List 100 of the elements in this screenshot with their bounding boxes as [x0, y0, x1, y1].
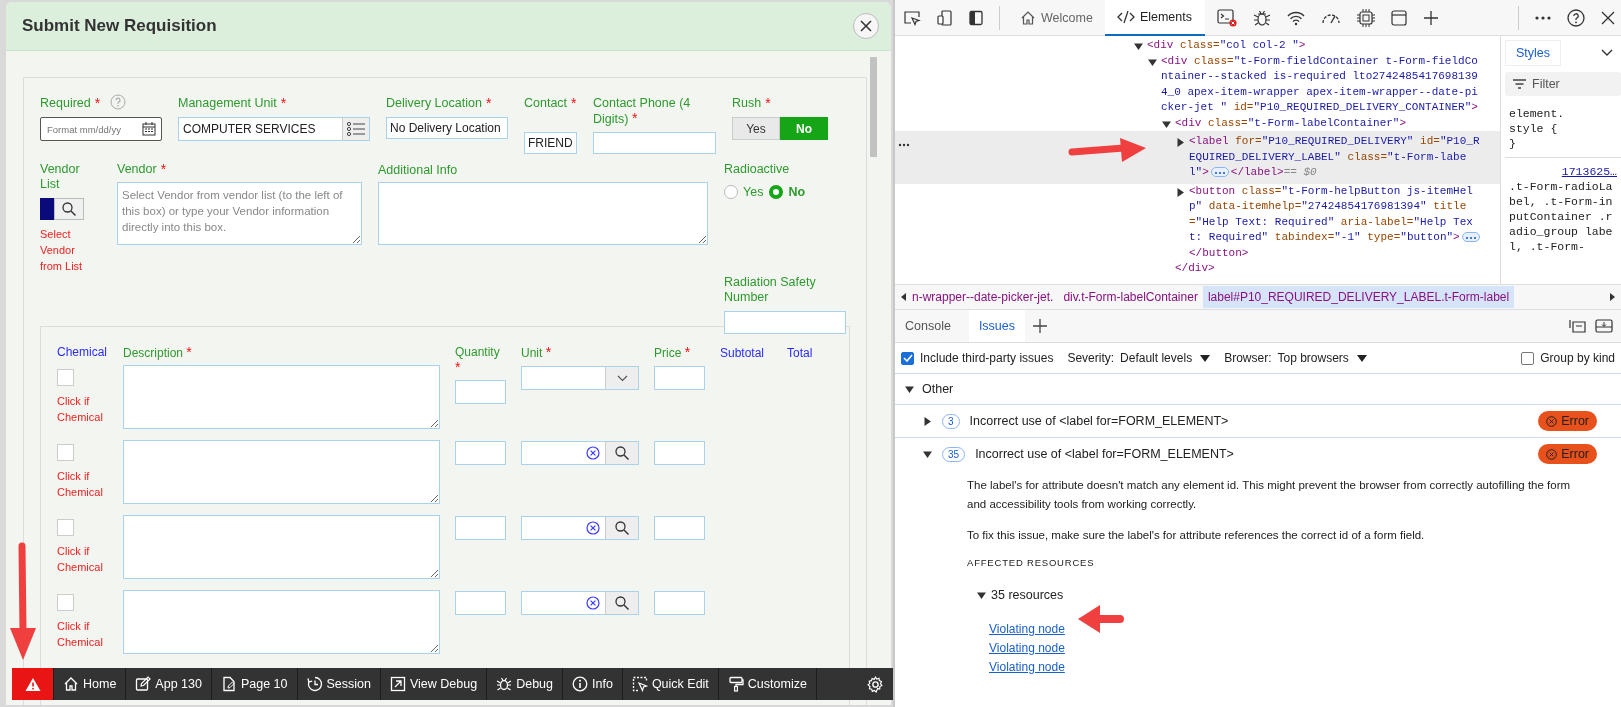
disclosure-triangle-icon[interactable]: [977, 590, 986, 600]
code-line[interactable]: <button class="t-Form-helpButton js-itemHelp" data-itemhelp="27424854176981394" title="Help Text: Required" aria-label="Help Text: Required" tabindex="-1" type="button"> </button>: [1189, 183, 1484, 261]
warning-button[interactable]: [12, 668, 54, 700]
device-icon[interactable]: [937, 9, 953, 26]
browser-dropdown[interactable]: Top browsers: [1277, 351, 1367, 365]
help-icon[interactable]: [1567, 8, 1585, 27]
inspect-icon[interactable]: [903, 9, 921, 26]
close-button[interactable]: [853, 13, 879, 39]
sidebar-icon[interactable]: [969, 9, 983, 26]
resources-label[interactable]: 35 resources: [991, 588, 1064, 602]
panel-icon[interactable]: [1595, 319, 1613, 333]
date-field[interactable]: Format mm/dd/yy: [40, 117, 162, 141]
price-field[interactable]: [654, 366, 705, 390]
home-icon[interactable]: [1020, 9, 1036, 26]
scrollbar[interactable]: [870, 57, 877, 157]
description-field[interactable]: [123, 515, 440, 579]
dropdown-triangle-icon[interactable]: [1356, 354, 1367, 362]
window-icon[interactable]: [1390, 9, 1407, 26]
disclosure-triangle-icon[interactable]: [1148, 57, 1157, 67]
history-icon[interactable]: [306, 676, 323, 692]
code-line[interactable]: <div class="t-Form-fieldContainer t-Form-fieldContainer--stacked is-required lto27424854176981394_0 apex-item-wrapper apex-item-wrapper--date-picker-jet " id="P10_REQUIRED_DELIVERY_CONTAINER">: [1161, 53, 1484, 116]
close-icon[interactable]: [1601, 10, 1615, 25]
page-edit-icon[interactable]: [220, 676, 237, 692]
settings-icon[interactable]: [867, 675, 884, 693]
more-icon[interactable]: [1535, 15, 1551, 20]
contact-field[interactable]: FRIEND: [524, 132, 577, 154]
price-field[interactable]: [654, 516, 705, 540]
plus-icon[interactable]: [1033, 319, 1047, 333]
radio-button[interactable]: [724, 185, 738, 199]
calendar-icon[interactable]: [142, 122, 156, 136]
issue-description: The label's for attribute doesn't match any element id. This might prevent the browser from correctly autofilling the form and accessibility tools from working correctly.: [967, 478, 1572, 512]
vendor-field[interactable]: Select Vendor from vendor list (to the left of this box) or type your Vendor information directly into this box.: [117, 182, 362, 245]
severity-dropdown[interactable]: Default levels: [1120, 351, 1211, 365]
search-icon[interactable]: [62, 202, 76, 216]
chevron-down-icon[interactable]: [1601, 49, 1613, 57]
code-line[interactable]: <div class="t-Form-labelContainer">: [1175, 115, 1484, 131]
violating-node-link[interactable]: Violating node: [989, 641, 1065, 655]
radiation-safety-field[interactable]: [724, 311, 846, 334]
breadcrumb[interactable]: n-wrapper--date-picker-jet.: [907, 286, 1059, 308]
bug-icon[interactable]: [1252, 8, 1271, 27]
close-icon[interactable]: [860, 20, 872, 32]
source-link[interactable]: 1713625…: [1561, 164, 1617, 179]
breadcrumb[interactable]: label#P10_REQUIRED_DELIVERY_LABEL.t-Form-label: [1202, 286, 1515, 308]
list-icon[interactable]: [347, 122, 365, 136]
plus-icon[interactable]: [1422, 9, 1439, 26]
delivery-location-field[interactable]: No Delivery Location: [386, 117, 508, 139]
description-field[interactable]: [123, 440, 440, 504]
breadcrumb[interactable]: div.t-Form-labelContainer: [1058, 286, 1203, 308]
scroll-left-icon[interactable]: [901, 293, 907, 301]
column-header: Total: [787, 346, 813, 360]
drawer-tab[interactable]: Console: [895, 310, 961, 342]
disclosure-triangle-icon[interactable]: [905, 384, 914, 394]
disclosure-triangle-icon[interactable]: [1162, 119, 1171, 129]
toggle-option[interactable]: Yes: [732, 117, 780, 140]
external-link-icon[interactable]: [390, 676, 406, 692]
styles-tab[interactable]: Styles: [1505, 40, 1562, 66]
scroll-right-icon[interactable]: [1609, 293, 1615, 301]
contact-phone-field[interactable]: [593, 132, 716, 154]
quantity-field[interactable]: [455, 380, 506, 404]
cursor-icon[interactable]: [631, 676, 648, 692]
paint-roller-icon[interactable]: [727, 676, 744, 692]
violating-node-link[interactable]: Violating node: [989, 660, 1065, 674]
price-field[interactable]: [654, 441, 705, 465]
description-field[interactable]: [123, 365, 440, 429]
console-icon[interactable]: [1216, 8, 1237, 27]
management-unit-field[interactable]: COMPUTER SERVICES: [178, 117, 370, 141]
disclosure-triangle-icon[interactable]: [1176, 187, 1185, 197]
price-field[interactable]: [654, 591, 705, 615]
code-icon[interactable]: [1116, 9, 1135, 24]
radio-button[interactable]: [769, 185, 784, 199]
column-header: Description *: [123, 346, 192, 360]
edit-icon[interactable]: [135, 676, 152, 692]
wifi-icon[interactable]: [1286, 9, 1305, 26]
quantity-field[interactable]: [455, 516, 506, 540]
cpu-icon[interactable]: [1356, 8, 1375, 27]
disclosure-triangle-icon[interactable]: [923, 416, 932, 426]
quantity-field[interactable]: [455, 591, 506, 615]
issue-title[interactable]: Incorrect use of <label for=FORM_ELEMENT>: [969, 414, 1229, 428]
info-icon[interactable]: [572, 676, 588, 692]
description-field[interactable]: [123, 590, 440, 654]
group-label[interactable]: Other: [922, 382, 954, 396]
warning-icon[interactable]: [24, 676, 41, 692]
disclosure-triangle-icon[interactable]: [923, 449, 932, 459]
quantity-field[interactable]: [455, 441, 506, 465]
checkbox[interactable]: [901, 351, 914, 365]
additional-info-field[interactable]: [378, 182, 708, 245]
panel-tab[interactable]: Elements: [1104, 0, 1205, 36]
drawer-tab[interactable]: Issues: [968, 310, 1025, 342]
disclosure-triangle-icon[interactable]: [1176, 138, 1185, 147]
disclosure-triangle-icon[interactable]: [1134, 42, 1143, 51]
violating-node-link[interactable]: Violating node: [989, 622, 1065, 636]
issue-title[interactable]: Incorrect use of <label for=FORM_ELEMENT>: [975, 447, 1234, 461]
code-line[interactable]: </div>: [1175, 261, 1484, 277]
search-button[interactable]: [54, 198, 84, 220]
dock-icon[interactable]: [1569, 319, 1587, 333]
filter-field[interactable]: Filter: [1505, 72, 1621, 96]
dropdown-triangle-icon[interactable]: [1200, 354, 1211, 362]
code-line[interactable]: <div class="col col-2 ">: [1147, 38, 1484, 54]
checkbox[interactable]: [1521, 351, 1535, 365]
panel-tab[interactable]: Welcome: [1008, 0, 1105, 36]
